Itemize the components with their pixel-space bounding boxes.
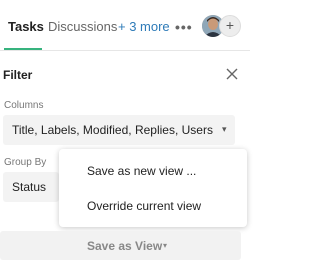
menu-item-save-as-new-view[interactable]: Save as new view ... — [87, 164, 196, 178]
group-by-label: Group By — [4, 157, 47, 168]
save-as-view-button[interactable]: Save as View ▾ — [0, 231, 241, 260]
chevron-down-icon: ▾ — [222, 124, 227, 134]
group-by-value: Status — [12, 180, 47, 194]
save-view-menu: Save as new view ... Override current vi… — [59, 149, 247, 227]
active-tab-indicator — [4, 48, 42, 50]
menu-item-override-current-view[interactable]: Override current view — [87, 199, 201, 213]
more-options-icon[interactable]: ••• — [175, 20, 193, 34]
tab-discussions[interactable]: Discussions — [48, 19, 117, 34]
tab-bar: Tasks Discussions + 3 more ••• + — [0, 0, 250, 51]
save-as-view-label: Save as View — [87, 239, 163, 253]
filter-title: Filter — [3, 68, 33, 82]
filter-panel: Tasks Discussions + 3 more ••• + Filter … — [0, 0, 250, 268]
close-icon[interactable] — [224, 66, 240, 82]
columns-label: Columns — [4, 100, 44, 111]
chevron-down-icon: ▾ — [163, 241, 168, 250]
tab-more-link[interactable]: + 3 more — [118, 19, 170, 34]
group-by-select[interactable]: Status — [3, 172, 59, 202]
tab-tasks[interactable]: Tasks — [8, 19, 44, 34]
columns-select[interactable]: Title, Labels, Modified, Replies, Users … — [3, 115, 235, 145]
add-member-button[interactable]: + — [219, 15, 241, 37]
columns-value: Title, Labels, Modified, Replies, Users — [12, 123, 213, 137]
